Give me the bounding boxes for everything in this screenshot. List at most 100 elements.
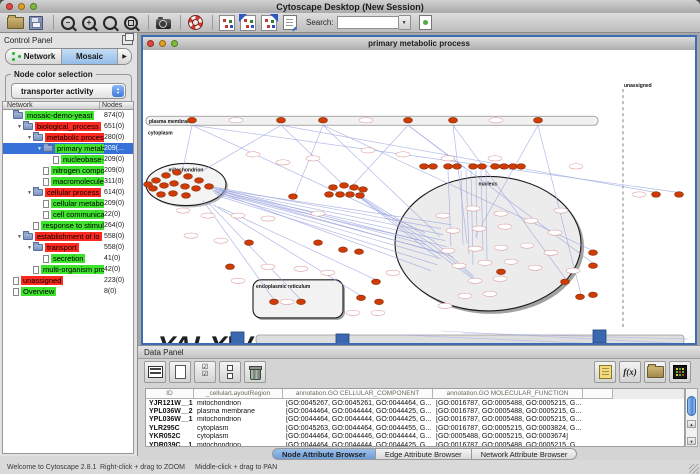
table-row[interactable]: YDR039C__1mitochondrion[GO:0044464, GO:0… <box>146 441 684 447</box>
network-node[interactable] <box>325 192 334 198</box>
zoom-window-icon[interactable] <box>30 3 37 10</box>
scrollbar-thumb[interactable] <box>687 396 696 416</box>
tree-item-transport[interactable]: ▼transport558(0) <box>3 242 133 253</box>
frame-zoom-icon[interactable] <box>171 40 178 47</box>
expand-arrow-icon[interactable]: ▼ <box>26 245 33 251</box>
network-node[interactable] <box>173 170 182 176</box>
column-header-empty[interactable] <box>583 389 613 399</box>
tree-item-cell-communicat[interactable]: cell communicat22(0) <box>3 209 133 220</box>
tree-item-establishment-of-lo[interactable]: ▼establishment of lo558(0) <box>3 231 133 242</box>
network-node[interactable] <box>478 164 487 170</box>
tab-edge-attribute-browser[interactable]: Edge Attribute Browser <box>376 448 472 460</box>
column-header-annotation.GO MOLECULAR_FUNCTION[interactable]: annotation.GO MOLECULAR_FUNCTION <box>433 389 583 399</box>
network-node[interactable] <box>314 240 323 246</box>
scroll-down-icon[interactable]: ▼ <box>687 437 696 445</box>
network-node[interactable] <box>500 164 509 170</box>
save-session-icon-button[interactable] <box>27 14 45 32</box>
network-node[interactable] <box>339 247 348 253</box>
network-node[interactable] <box>192 186 201 192</box>
network-node[interactable] <box>491 164 500 170</box>
table-scrollbar[interactable]: ▲ ▼ <box>685 388 698 447</box>
network-node[interactable] <box>205 184 214 190</box>
tree-item-unassigned[interactable]: unassigned223(0) <box>3 275 133 286</box>
window-titlebar[interactable]: Cytoscape Desktop (New Session) <box>0 0 700 14</box>
network-node[interactable] <box>576 294 585 300</box>
network-node[interactable] <box>509 164 518 170</box>
network-node[interactable] <box>372 279 381 285</box>
network-node[interactable] <box>357 295 366 301</box>
strip-selected-node[interactable] <box>593 330 606 343</box>
tree-item-nucleobase-[interactable]: nucleobase-209(0) <box>3 154 133 165</box>
zoom-selected-icon-button[interactable] <box>122 14 140 32</box>
search-input[interactable] <box>337 16 399 29</box>
column-header-_cellularLayoutRegion[interactable]: _cellularLayoutRegion <box>194 389 283 399</box>
network-node[interactable] <box>270 299 279 305</box>
network-node[interactable] <box>420 164 429 170</box>
new-attribute-icon-button[interactable] <box>169 361 191 383</box>
network-node[interactable] <box>346 192 355 198</box>
network-node[interactable] <box>329 185 338 191</box>
tab-overflow-arrow-icon[interactable]: ▶ <box>118 49 131 64</box>
network-node[interactable] <box>355 249 364 255</box>
node-color-dropdown[interactable]: transporter activity ▲▼ <box>11 83 126 99</box>
network-view-window[interactable]: primary metabolic process plasma membran… <box>141 35 697 345</box>
network-node[interactable] <box>160 183 169 189</box>
network-node[interactable] <box>277 117 286 123</box>
network-node[interactable] <box>444 164 453 170</box>
network-node[interactable] <box>453 164 462 170</box>
network-node[interactable] <box>289 194 298 200</box>
resize-grip[interactable] <box>689 464 699 474</box>
tree-header-network[interactable]: Network <box>3 102 99 109</box>
network-node[interactable] <box>181 184 190 190</box>
tree-header-nodes[interactable]: Nodes <box>99 102 133 109</box>
tab-network-attribute-browser[interactable]: Network Attribute Browser <box>472 448 578 460</box>
help-icon-button[interactable] <box>186 14 204 32</box>
tree-item-overview[interactable]: Overview8(0) <box>3 286 133 297</box>
network-node[interactable] <box>517 164 526 170</box>
network-node[interactable] <box>350 185 359 191</box>
plugin-icon-button[interactable] <box>417 14 435 32</box>
network-node[interactable] <box>169 191 178 197</box>
network-node[interactable] <box>652 192 661 198</box>
layout-icon-2-button[interactable] <box>260 14 278 32</box>
zoom-out-icon-button[interactable] <box>59 14 77 32</box>
select-attributes-icon-button[interactable] <box>194 361 216 383</box>
strip-selected-node[interactable] <box>336 334 349 343</box>
search-dropdown-icon[interactable]: ▼ <box>399 15 411 30</box>
network-view-titlebar[interactable]: primary metabolic process <box>143 37 695 51</box>
table-row[interactable]: YPL036W__2plasma membrane[GO:0044464, GO… <box>146 407 684 415</box>
open-session-icon-button[interactable] <box>6 14 24 32</box>
network-node[interactable] <box>195 178 204 184</box>
frame-minimize-icon[interactable] <box>159 40 166 47</box>
scroll-up-icon[interactable]: ▲ <box>687 420 696 428</box>
network-node[interactable] <box>144 182 153 188</box>
network-node[interactable] <box>226 264 235 270</box>
network-node[interactable] <box>429 164 438 170</box>
network-node[interactable] <box>182 193 191 199</box>
column-header-ID[interactable]: ID <box>146 389 194 399</box>
close-window-icon[interactable] <box>6 3 13 10</box>
layout-icon-1-button[interactable] <box>239 14 257 32</box>
import-attributes-icon-button[interactable] <box>644 361 666 383</box>
network-node[interactable] <box>497 269 506 275</box>
network-node[interactable] <box>319 117 328 123</box>
network-node[interactable] <box>152 178 161 184</box>
network-node[interactable] <box>188 117 197 123</box>
network-node[interactable] <box>589 292 598 298</box>
network-node[interactable] <box>449 117 458 123</box>
unselect-attributes-icon-button[interactable] <box>219 361 241 383</box>
network-node[interactable] <box>297 299 306 305</box>
vizmapper-icon-button[interactable] <box>218 14 236 32</box>
network-node[interactable] <box>170 181 179 187</box>
matrix-view-icon-button[interactable] <box>669 361 691 383</box>
table-row[interactable]: YLR295Ccytoplasm[GO:0045263, GO:0044464,… <box>146 424 684 432</box>
network-node[interactable] <box>245 240 254 246</box>
expand-arrow-icon[interactable]: ▼ <box>16 234 23 240</box>
network-node[interactable] <box>356 193 365 199</box>
network-node[interactable] <box>359 187 368 193</box>
frame-close-icon[interactable] <box>147 40 154 47</box>
function-builder-icon-button[interactable] <box>619 361 641 383</box>
network-node[interactable] <box>184 174 193 180</box>
float-panel-icon[interactable] <box>122 35 133 45</box>
tree-item-biological-process[interactable]: ▼biological_process651(0) <box>3 121 133 132</box>
